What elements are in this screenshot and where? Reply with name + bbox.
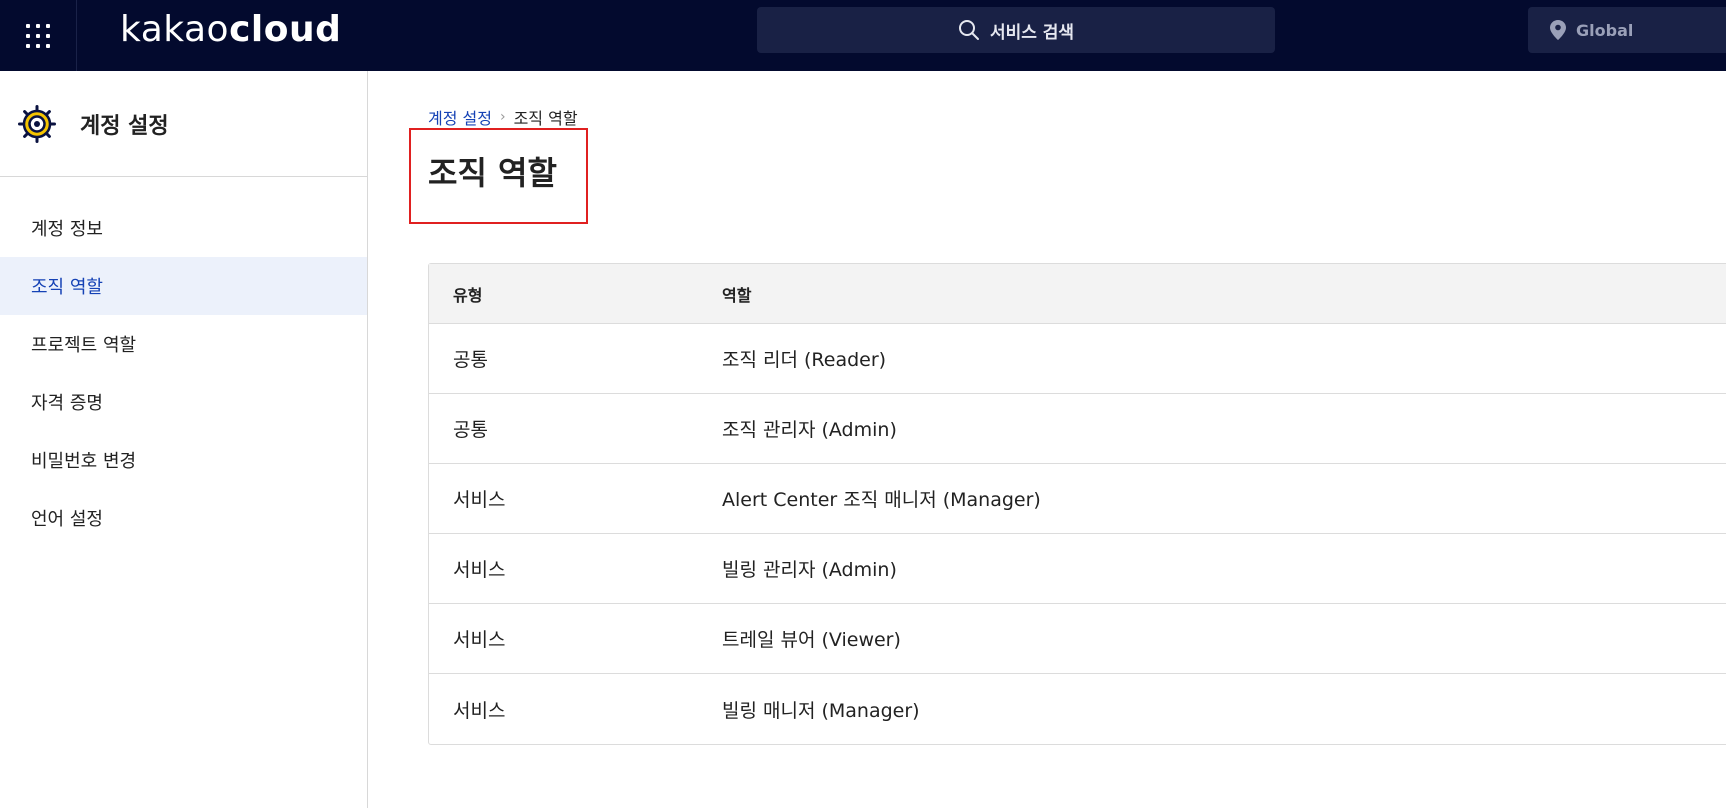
sidebar-item-label: 비밀번호 변경 bbox=[31, 451, 137, 472]
sidebar-nav: 계정 정보 조직 역할 프로젝트 역할 자격 증명 비밀번호 변경 언어 설정 bbox=[0, 199, 367, 547]
service-search-button[interactable]: 서비스 검색 bbox=[757, 7, 1275, 53]
region-label: Global bbox=[1576, 20, 1634, 40]
sidebar-header: 계정 설정 bbox=[0, 71, 367, 177]
column-header-role: 역할 bbox=[722, 285, 752, 305]
chevron-right-icon: › bbox=[499, 109, 506, 125]
table-row: 서비스 빌링 관리자 (Admin) bbox=[429, 534, 1726, 604]
cell-type: 서비스 bbox=[453, 559, 506, 581]
sidebar-item-label: 조직 역할 bbox=[31, 277, 103, 298]
region-selector[interactable]: Global bbox=[1528, 7, 1726, 53]
cell-type: 서비스 bbox=[453, 699, 506, 722]
sidebar-item-account-info[interactable]: 계정 정보 bbox=[0, 199, 367, 257]
table-row: 서비스 빌링 매니저 (Manager) bbox=[429, 674, 1726, 744]
search-label: 서비스 검색 bbox=[989, 22, 1075, 43]
logo-text-light: kakao bbox=[120, 9, 230, 50]
cell-type: 서비스 bbox=[453, 629, 506, 651]
cell-role: 빌링 매니저 (Manager) bbox=[722, 699, 920, 722]
breadcrumb-current: 조직 역할 bbox=[513, 109, 578, 128]
search-icon bbox=[958, 20, 979, 40]
logo-text-bold: cloud bbox=[229, 9, 342, 50]
cell-role: Alert Center 조직 매니저 (Manager) bbox=[722, 489, 1041, 511]
location-pin-icon bbox=[1550, 20, 1566, 40]
roles-table: 유형 역할 공통 조직 리더 (Reader) 공통 조직 관리자 (Admin… bbox=[428, 263, 1726, 745]
apps-menu-button[interactable] bbox=[0, 0, 77, 71]
table-row: 공통 조직 리더 (Reader) bbox=[429, 324, 1726, 394]
sidebar-item-credentials[interactable]: 자격 증명 bbox=[0, 373, 367, 431]
table-row: 서비스 트레일 뷰어 (Viewer) bbox=[429, 604, 1726, 674]
sidebar-item-label: 자격 증명 bbox=[31, 393, 103, 414]
cell-role: 빌링 관리자 (Admin) bbox=[722, 559, 897, 581]
cell-role: 조직 관리자 (Admin) bbox=[722, 419, 897, 441]
table-header: 유형 역할 bbox=[429, 264, 1726, 324]
top-navigation-bar: kakaocloud 서비스 검색 Global bbox=[0, 0, 1726, 71]
main-content: 계정 설정 › 조직 역할 조직 역할 유형 역할 공통 조직 리더 (Read… bbox=[369, 71, 1726, 808]
cell-type: 공통 bbox=[453, 349, 488, 371]
kakaocloud-logo[interactable]: kakaocloud bbox=[120, 10, 341, 50]
sidebar-item-project-roles[interactable]: 프로젝트 역할 bbox=[0, 315, 367, 373]
page-title: 조직 역할 bbox=[428, 154, 557, 192]
sidebar-item-label: 프로젝트 역할 bbox=[31, 335, 137, 356]
table-row: 서비스 Alert Center 조직 매니저 (Manager) bbox=[429, 464, 1726, 534]
apps-grid-icon bbox=[26, 23, 50, 48]
cell-role: 조직 리더 (Reader) bbox=[722, 349, 887, 371]
sidebar-item-change-password[interactable]: 비밀번호 변경 bbox=[0, 431, 367, 489]
sidebar: 계정 설정 계정 정보 조직 역할 프로젝트 역할 자격 증명 비밀번호 변경 … bbox=[0, 71, 368, 808]
sidebar-item-language-settings[interactable]: 언어 설정 bbox=[0, 489, 367, 547]
column-header-type: 유형 bbox=[453, 285, 483, 305]
table-row: 공통 조직 관리자 (Admin) bbox=[429, 394, 1726, 464]
gear-icon bbox=[18, 104, 56, 143]
sidebar-item-label: 계정 정보 bbox=[31, 219, 103, 240]
cell-type: 서비스 bbox=[453, 489, 506, 511]
cell-type: 공통 bbox=[453, 419, 488, 441]
sidebar-item-organization-roles[interactable]: 조직 역할 bbox=[0, 257, 367, 315]
sidebar-item-label: 언어 설정 bbox=[31, 509, 103, 530]
breadcrumb: 계정 설정 › 조직 역할 bbox=[428, 105, 578, 129]
cell-role: 트레일 뷰어 (Viewer) bbox=[722, 629, 901, 651]
breadcrumb-link-account-settings[interactable]: 계정 설정 bbox=[428, 105, 492, 129]
sidebar-title: 계정 설정 bbox=[80, 113, 169, 139]
